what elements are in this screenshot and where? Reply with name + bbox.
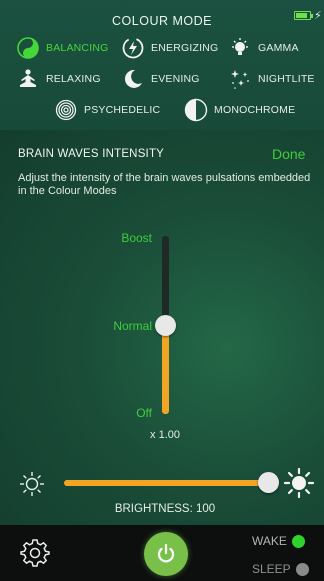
charging-icon: ⚡: [314, 10, 322, 22]
level-off-label: Off: [136, 406, 152, 420]
mode-label: NIGHTLITE: [258, 73, 315, 85]
wake-indicator: [291, 534, 305, 548]
wake-label: WAKE: [252, 534, 287, 548]
mode-label: EVENING: [151, 73, 200, 85]
gear-icon[interactable]: [20, 538, 50, 568]
mode-relaxing[interactable]: RELAXING: [16, 67, 101, 91]
intensity-slider-track[interactable]: [162, 236, 169, 326]
bulb-icon: [228, 36, 252, 60]
done-button[interactable]: Done: [272, 146, 305, 162]
energy-swirl-icon: [121, 36, 145, 60]
mode-balancing[interactable]: BALANCING: [16, 36, 108, 60]
meditation-icon: [16, 67, 40, 91]
level-boost-label: Boost: [121, 231, 152, 245]
intensity-slider-fill[interactable]: [162, 326, 169, 414]
mode-nightlite[interactable]: NIGHTLITE: [228, 67, 315, 91]
sleep-toggle[interactable]: SLEEP: [252, 562, 309, 576]
intensity-description: Adjust the intensity of the brain waves …: [18, 172, 311, 197]
mode-label: GAMMA: [258, 42, 299, 54]
intensity-title: BRAIN WAVES INTENSITY: [18, 148, 165, 160]
brightness-high-icon: [283, 467, 315, 504]
sleep-indicator: [295, 562, 309, 576]
mode-label: BALANCING: [46, 42, 109, 54]
colour-mode-title: COLOUR MODE: [112, 14, 212, 28]
mode-energizing[interactable]: ENERGIZING: [121, 36, 218, 60]
mode-psychedelic[interactable]: PSYCHEDELIC: [54, 98, 160, 122]
level-normal-label: Normal: [113, 319, 152, 333]
power-button[interactable]: [144, 532, 188, 576]
sleep-label: SLEEP: [252, 562, 291, 576]
half-circle-icon: [184, 98, 208, 122]
mode-evening[interactable]: EVENING: [121, 67, 200, 91]
mode-label: RELAXING: [46, 73, 101, 85]
mode-label: ENERGIZING: [151, 42, 219, 54]
mode-label: MONOCHROME: [214, 104, 296, 116]
brightness-label: BRIGHTNESS: 100: [114, 503, 216, 515]
wake-toggle[interactable]: WAKE: [252, 534, 305, 548]
spiral-icon: [54, 98, 78, 122]
brightness-slider-track[interactable]: [64, 480, 270, 486]
battery-icon: [294, 11, 313, 20]
mode-label: PSYCHEDELIC: [84, 104, 161, 116]
intensity-slider-handle[interactable]: [155, 315, 176, 336]
intensity-multiplier: x 1.00: [150, 429, 180, 441]
moon-icon: [121, 67, 145, 91]
mode-monochrome[interactable]: MONOCHROME: [184, 98, 295, 122]
power-icon: [157, 543, 175, 563]
brightness-slider-handle[interactable]: [258, 472, 279, 493]
yin-yang-icon: [16, 36, 40, 60]
mode-gamma[interactable]: GAMMA: [228, 36, 299, 60]
stars-icon: [228, 67, 252, 91]
brightness-low-icon: [18, 470, 46, 503]
